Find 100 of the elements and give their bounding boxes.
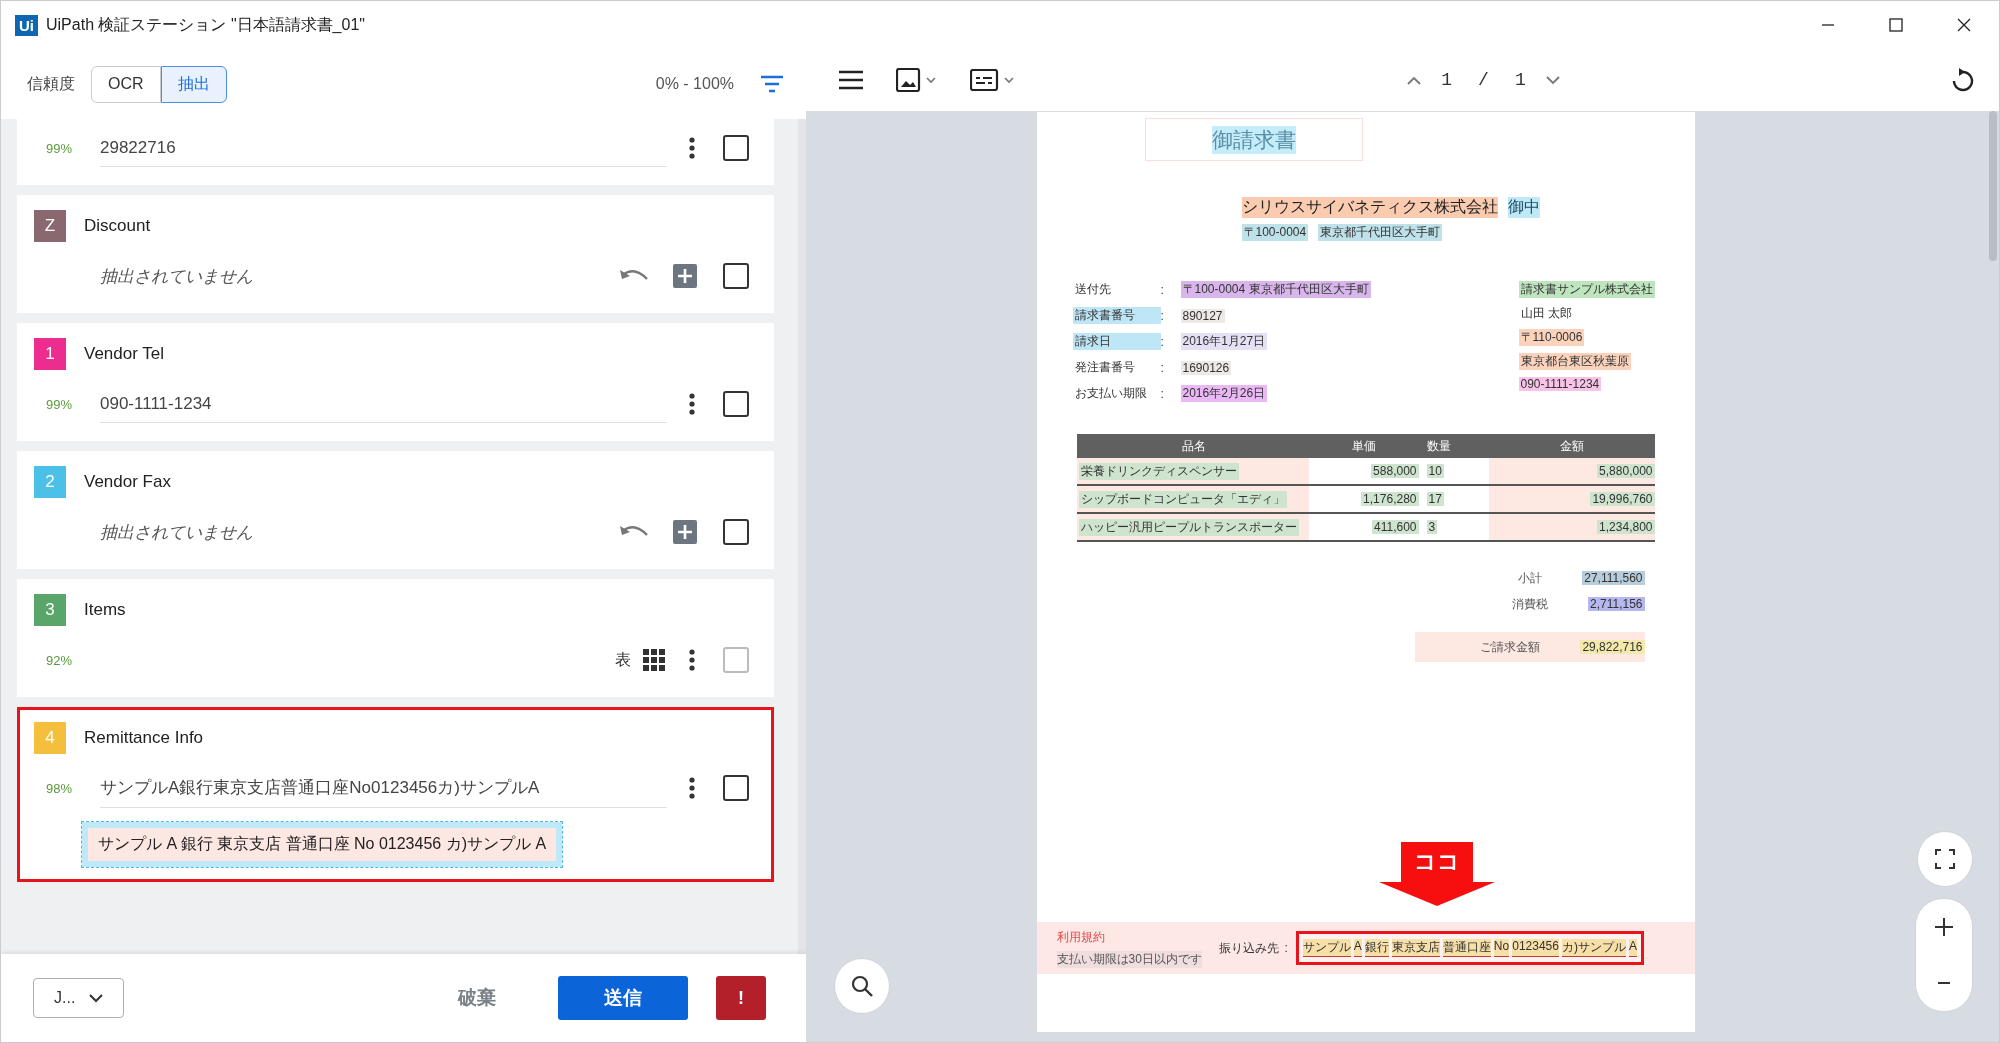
more-icon[interactable] (689, 393, 695, 415)
table-cell: シップボードコンピュータ「エディ」 (1078, 490, 1287, 508)
caption-icon[interactable] (970, 69, 1016, 91)
source-snippet: サンプル A 銀行 東京支店 普通口座 No 0123456 カ)サンプル A (82, 822, 563, 867)
field-badge: 2 (34, 466, 66, 498)
column-header: 数量 (1425, 437, 1452, 455)
field-badge: 4 (34, 722, 66, 754)
total-label: 消費税 (1512, 595, 1548, 613)
table-cell: 栄養ドリンクディスペンサー (1078, 462, 1239, 480)
invoice-title: 御請求書 (1211, 125, 1296, 154)
total-value: 27,111,560 (1582, 571, 1645, 585)
field-badge: 1 (34, 338, 66, 370)
scrollbar[interactable] (1989, 111, 1997, 261)
page-separator: / (1478, 70, 1489, 90)
next-page-icon[interactable] (1545, 75, 1560, 85)
payee-word: カ)サンプル (1561, 939, 1626, 957)
payee-word: サンプル (1302, 939, 1351, 957)
payee-word: A (1353, 939, 1362, 957)
search-icon (851, 975, 873, 997)
alert-button[interactable]: ! (716, 976, 766, 1020)
recipient-name: シリウスサイバネティクス株式会社 (1241, 197, 1498, 218)
image-icon[interactable] (896, 68, 938, 92)
not-extracted-text: 抽出されていません (99, 521, 254, 544)
detail-value: 〒100-0004 東京都千代田区大手町 (1180, 281, 1371, 298)
payee-word: No (1493, 939, 1510, 957)
value-field[interactable]: サンプルA銀行東京支店普通口座No0123456カ)サンプルA (100, 768, 667, 808)
payee-word: A (1628, 939, 1637, 957)
table-cell: 1,176,280 (1361, 492, 1419, 506)
not-extracted-text: 抽出されていません (99, 265, 254, 288)
app-logo: Ui (15, 14, 38, 36)
submit-button[interactable]: 送信 (558, 976, 688, 1020)
payee-word: 普通口座 (1442, 939, 1491, 957)
terms-title: 利用規約 (1056, 928, 1106, 946)
confidence-range: 0% - 100% (655, 75, 734, 93)
table-label: 表 (615, 649, 631, 670)
table-cell: 588,000 (1371, 464, 1419, 478)
confidence-value: 92% (46, 652, 74, 668)
payee-label: 振り込み先 (1218, 939, 1279, 957)
detail-value: 2016年1月27日 (1180, 333, 1268, 350)
confidence-value: 98% (46, 780, 74, 796)
close-icon[interactable] (1957, 18, 1971, 32)
table-cell: 19,996,760 (1590, 492, 1655, 506)
maximize-icon[interactable] (1889, 18, 1903, 32)
page-total: 1 (1514, 70, 1526, 90)
field-name: Discount (84, 216, 151, 236)
filter-icon[interactable] (760, 75, 784, 93)
value-field[interactable]: 29822716 (100, 129, 667, 167)
total-value: 2,711,156 (1588, 597, 1645, 611)
more-icon[interactable] (689, 777, 695, 799)
checkbox[interactable] (723, 519, 749, 545)
column-header: 金額 (1558, 437, 1585, 455)
recipient-address: 〒100-0004 (1241, 224, 1309, 241)
column-header: 単価 (1350, 437, 1377, 455)
total-label: 小計 (1518, 569, 1543, 587)
total-value: 29,822,716 (1580, 640, 1645, 654)
colon: : (1160, 282, 1165, 297)
mode-tab[interactable]: 抽出 (160, 65, 227, 103)
value-field[interactable]: 090-1111-1234 (100, 385, 667, 423)
table-cell: ハッピー汎用ピープルトランスポーター (1078, 518, 1299, 536)
table-cell: 411,600 (1372, 520, 1419, 534)
colon: : (1160, 386, 1165, 401)
discard-button[interactable]: 破棄 (452, 984, 502, 1012)
colon: : (1160, 360, 1165, 375)
terms-text: 支払い期限は30日以内です (1056, 950, 1202, 968)
window-title: UiPath 検証ステーション "日本語請求書_01" (46, 14, 365, 35)
colon: : (1284, 941, 1288, 955)
checkbox[interactable] (723, 135, 749, 161)
previous-page-icon[interactable] (1407, 75, 1422, 85)
detail-label: 発注書番号 (1073, 359, 1136, 376)
recipient-name: 御中 (1507, 197, 1540, 218)
checkbox[interactable] (723, 263, 749, 289)
detail-label: 請求日 (1072, 333, 1161, 350)
detail-value: 890127 (1180, 308, 1225, 323)
field-badge: Z (34, 210, 66, 242)
more-icon[interactable] (689, 137, 695, 159)
table-cell: 10 (1426, 464, 1444, 478)
detail-value: 1690126 (1180, 360, 1232, 375)
payee-word: 銀行 (1364, 939, 1389, 957)
mode-tab[interactable]: OCR (91, 65, 161, 103)
confidence-value: 99% (46, 396, 74, 412)
minus-icon (1937, 981, 1951, 985)
table-cell: 1,234,800 (1597, 520, 1655, 534)
add-icon[interactable] (673, 264, 697, 288)
add-icon[interactable] (673, 520, 697, 544)
checkbox[interactable] (723, 775, 749, 801)
payee-word: 0123456 (1512, 939, 1559, 957)
column-header: 品名 (1180, 437, 1207, 455)
menu-icon[interactable] (838, 70, 864, 90)
field-name: Vendor Fax (84, 472, 171, 492)
rotate-icon[interactable] (1951, 67, 1975, 93)
colon: : (1160, 334, 1165, 349)
field-name: Items (84, 600, 126, 620)
checkbox[interactable] (723, 391, 749, 417)
table-cell: 17 (1426, 492, 1444, 506)
detail-value: 2016年2月26日 (1180, 385, 1268, 402)
field-name: Vendor Tel (84, 344, 165, 364)
plus-icon (1934, 917, 1954, 937)
detail-label: 請求書番号 (1072, 307, 1161, 324)
dropdown-button[interactable]: J... (33, 978, 125, 1018)
payee-word: 東京支店 (1391, 939, 1440, 957)
